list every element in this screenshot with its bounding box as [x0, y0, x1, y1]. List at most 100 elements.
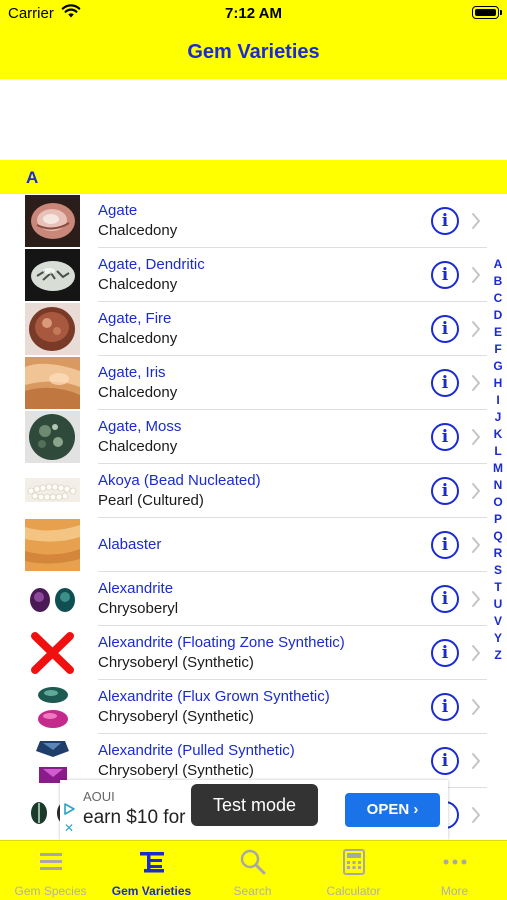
tab-more[interactable]: More — [404, 841, 505, 900]
search-icon — [240, 849, 266, 875]
info-icon[interactable]: i — [431, 207, 459, 235]
index-letter-e[interactable]: E — [489, 324, 507, 341]
index-letter-j[interactable]: J — [489, 409, 507, 426]
tab-label: Gem Species — [14, 884, 87, 898]
species-name: Chalcedony — [98, 330, 178, 347]
tab-label: Search — [233, 884, 272, 898]
index-letter-l[interactable]: L — [489, 443, 507, 460]
ad-open-button[interactable]: OPEN › — [345, 793, 440, 827]
chevron-right-icon — [472, 375, 480, 391]
species-name: Chrysoberyl — [98, 600, 179, 617]
variety-name: Alexandrite (Flux Grown Synthetic) — [98, 688, 330, 705]
page-title: Gem Varieties — [187, 41, 320, 63]
agate-iris-thumbnail — [25, 357, 80, 409]
index-letter-p[interactable]: P — [489, 511, 507, 528]
adchoices-icon[interactable] — [62, 802, 76, 816]
gem-variety-list[interactable]: Agate Chalcedony i Agate, Dendritic Chal… — [0, 194, 507, 840]
variety-name: Alabaster — [98, 536, 162, 553]
list-item-alexandrite-flux-grown[interactable]: Alexandrite (Flux Grown Synthetic) Chrys… — [0, 680, 507, 734]
index-letter-o[interactable]: O — [489, 494, 507, 511]
navigation-bar: Gem Varieties — [0, 28, 507, 79]
tab-calculator[interactable]: Calculator — [303, 841, 404, 900]
battery-icon — [472, 6, 499, 19]
variety-name: Alexandrite (Floating Zone Synthetic) — [98, 634, 345, 651]
index-letter-t[interactable]: T — [489, 579, 507, 596]
species-name: Chalcedony — [98, 222, 178, 239]
species-name: Chrysoberyl (Synthetic) — [98, 762, 254, 779]
info-icon[interactable]: i — [431, 585, 459, 613]
tab-label: Gem Varieties — [111, 884, 192, 898]
list-item-agate-moss[interactable]: Agate, Moss Chalcedony i — [0, 410, 507, 464]
agate-fire-thumbnail — [25, 303, 80, 355]
variety-name: Alexandrite — [98, 580, 174, 597]
index-letter-i[interactable]: I — [489, 392, 507, 409]
index-letter-c[interactable]: C — [489, 290, 507, 307]
index-letter-r[interactable]: R — [489, 545, 507, 562]
index-letter-u[interactable]: U — [489, 596, 507, 613]
info-icon[interactable]: i — [431, 261, 459, 289]
index-letter-a[interactable]: A — [489, 256, 507, 273]
chevron-right-icon — [472, 267, 480, 283]
chevron-right-icon — [472, 591, 480, 607]
species-name: Chrysoberyl (Synthetic) — [98, 654, 254, 671]
tab-bar: Gem Species Gem Varieties Search Calcula… — [0, 840, 507, 900]
agate-dendritic-thumbnail — [25, 249, 80, 301]
index-letter-h[interactable]: H — [489, 375, 507, 392]
info-icon[interactable]: i — [431, 369, 459, 397]
chevron-right-icon — [472, 321, 480, 337]
chevron-right-icon — [472, 645, 480, 661]
list-item-alexandrite[interactable]: Alexandrite Chrysoberyl i — [0, 572, 507, 626]
index-letter-g[interactable]: G — [489, 358, 507, 375]
varieties-icon — [140, 852, 164, 873]
index-letter-y[interactable]: Y — [489, 630, 507, 647]
variety-name: Agate, Moss — [98, 418, 182, 435]
info-icon[interactable]: i — [431, 639, 459, 667]
index-letter-d[interactable]: D — [489, 307, 507, 324]
index-letter-n[interactable]: N — [489, 477, 507, 494]
list-item-agate[interactable]: Agate Chalcedony i — [0, 194, 507, 248]
ad-brand: AOUI — [83, 789, 115, 804]
section-index-bar[interactable]: A B C D E F G H I J K L M N O P Q R S T … — [489, 256, 507, 664]
info-icon[interactable]: i — [431, 747, 459, 775]
index-letter-q[interactable]: Q — [489, 528, 507, 545]
list-item-agate-iris[interactable]: Agate, Iris Chalcedony i — [0, 356, 507, 410]
species-name: Chrysoberyl (Synthetic) — [98, 708, 254, 725]
species-name: Chalcedony — [98, 384, 178, 401]
index-letter-k[interactable]: K — [489, 426, 507, 443]
tab-gem-varieties[interactable]: Gem Varieties — [101, 841, 202, 900]
status-bar: Carrier 7:12 AM — [0, 0, 507, 28]
battery-tip — [500, 10, 502, 15]
index-letter-v[interactable]: V — [489, 613, 507, 630]
info-icon[interactable]: i — [431, 477, 459, 505]
ad-text: earn $10 for — [83, 807, 186, 828]
chevron-right-icon — [472, 483, 480, 499]
info-icon[interactable]: i — [431, 693, 459, 721]
more-icon — [443, 859, 467, 865]
index-letter-m[interactable]: M — [489, 460, 507, 477]
list-item-alexandrite-floating-zone[interactable]: Alexandrite (Floating Zone Synthetic) Ch… — [0, 626, 507, 680]
info-icon[interactable]: i — [431, 531, 459, 559]
alexandrite-flux-thumbnail — [25, 681, 80, 733]
close-icon[interactable]: ✕ — [64, 822, 74, 834]
list-item-agate-dendritic[interactable]: Agate, Dendritic Chalcedony i — [0, 248, 507, 302]
list-item-alabaster[interactable]: Alabaster i — [0, 518, 507, 572]
info-icon[interactable]: i — [431, 423, 459, 451]
variety-name: Agate, Iris — [98, 364, 166, 381]
section-letter: A — [26, 168, 39, 187]
chevron-right-icon — [472, 429, 480, 445]
calculator-icon — [343, 849, 365, 875]
variety-name: Akoya (Bead Nucleated) — [98, 472, 261, 489]
info-icon[interactable]: i — [431, 315, 459, 343]
index-letter-f[interactable]: F — [489, 341, 507, 358]
variety-name: Alexandrite (Pulled Synthetic) — [98, 742, 295, 759]
list-item-akoya[interactable]: Akoya (Bead Nucleated) Pearl (Cultured) … — [0, 464, 507, 518]
list-icon — [40, 853, 62, 870]
index-letter-s[interactable]: S — [489, 562, 507, 579]
chevron-right-icon — [472, 537, 480, 553]
index-letter-b[interactable]: B — [489, 273, 507, 290]
red-x-icon — [25, 627, 80, 679]
tab-gem-species[interactable]: Gem Species — [0, 841, 101, 900]
index-letter-z[interactable]: Z — [489, 647, 507, 664]
list-item-agate-fire[interactable]: Agate, Fire Chalcedony i — [0, 302, 507, 356]
tab-search[interactable]: Search — [202, 841, 303, 900]
